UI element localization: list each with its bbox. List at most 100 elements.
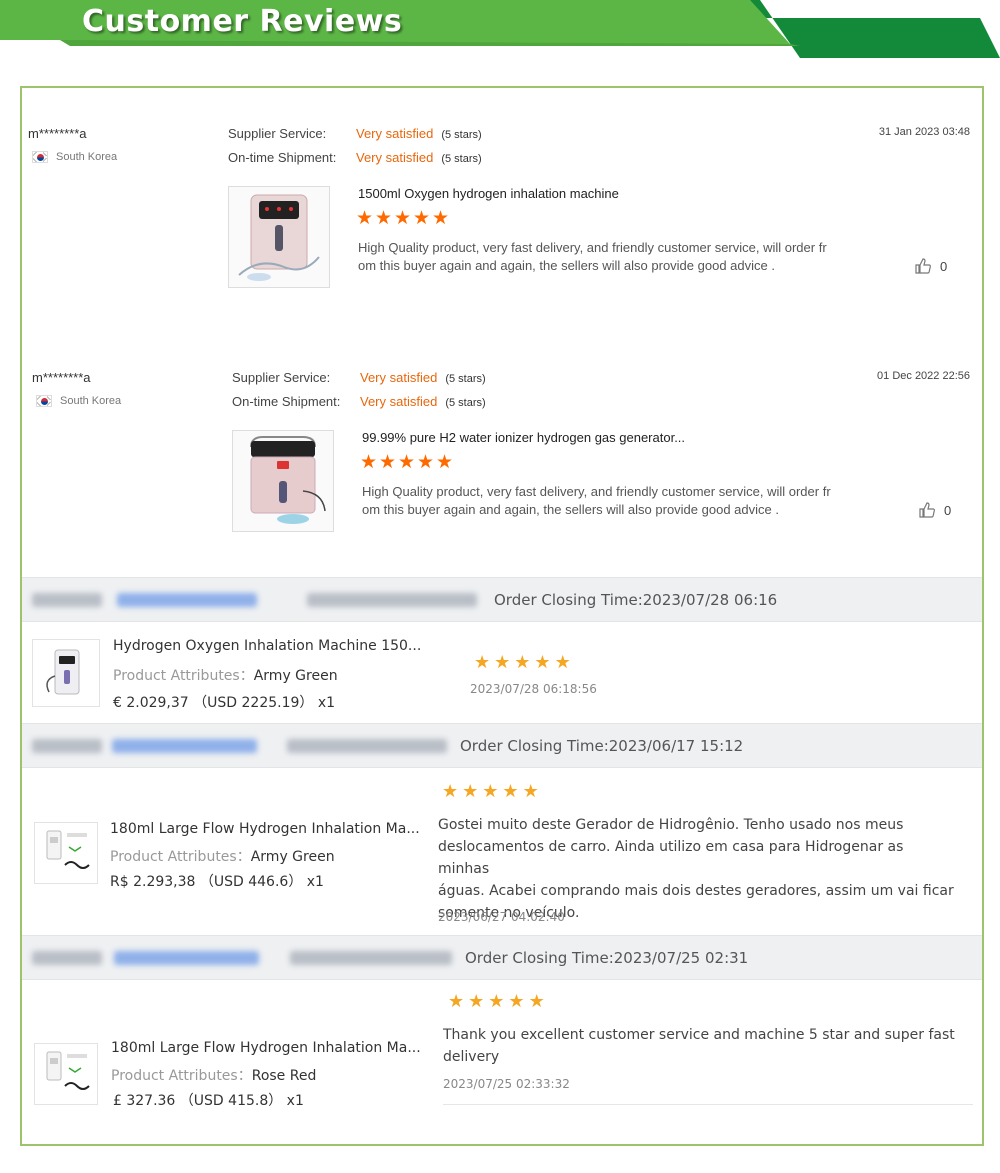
star-icon: ★	[394, 208, 412, 229]
order-product-attributes: Product Attributes：Army Green	[110, 846, 335, 866]
order-comment: Gostei muito deste Gerador de Hidrogênio…	[438, 814, 958, 924]
order-header: Order Closing Time:2023/07/25 02:31	[22, 935, 982, 980]
order-product-thumbnail[interactable]	[34, 1043, 98, 1105]
review-text-line: om this buyer again and again, the selle…	[358, 258, 775, 273]
shipment-value: Very satisfied	[356, 150, 434, 165]
star-icon: ★	[432, 208, 450, 229]
supplier-service-value: Very satisfied	[356, 126, 434, 141]
order-closing-time: Order Closing Time:2023/06/17 15:12	[460, 737, 744, 755]
product-thumbnail[interactable]	[228, 186, 330, 288]
review-card: m********a South Korea Supplier Service:…	[22, 88, 982, 328]
order-product-title[interactable]: Hydrogen Oxygen Inhalation Machine 150..…	[113, 638, 421, 654]
inhalation-machine-image	[46, 649, 80, 695]
attributes-value: Rose Red	[251, 1068, 317, 1084]
star-icon: ★	[554, 652, 571, 672]
product-title[interactable]: 1500ml Oxygen hydrogen inhalation machin…	[358, 186, 619, 201]
reviewer-name: m********a	[28, 126, 87, 141]
comment-line: delivery	[443, 1049, 500, 1065]
thumbs-up-icon	[919, 502, 935, 518]
star-icon: ★	[379, 452, 397, 473]
order-closing-time: Order Closing Time:2023/07/28 06:16	[494, 591, 778, 609]
star-icon: ★	[462, 781, 479, 801]
review-card: m********a South Korea Supplier Service:…	[26, 332, 982, 572]
order-rating-stars: ★ ★ ★ ★ ★	[448, 991, 545, 1011]
blurred-order-link	[112, 739, 257, 753]
star-icon: ★	[482, 781, 499, 801]
shipment-stars: (5 stars)	[445, 397, 486, 409]
shipment-label: On-time Shipment:	[232, 394, 341, 409]
order-price: £ 327.36 （USD 415.8） x1	[113, 1093, 304, 1109]
like-button[interactable]: 0	[914, 257, 947, 275]
order-item: 180ml Large Flow Hydrogen Inhalation Ma.…	[22, 769, 982, 935]
review-text: High Quality product, very fast delivery…	[358, 239, 858, 275]
inhalation-machine-image	[46, 830, 90, 869]
order-product-attributes: Product Attributes：Army Green	[113, 665, 338, 685]
star-icon: ★	[356, 208, 374, 229]
country-label: South Korea	[60, 395, 122, 407]
attributes-label: Product Attributes：	[113, 668, 254, 684]
shipment-rating: On-time Shipment: Very satisfied (5 stars)	[232, 394, 486, 409]
order-header: Order Closing Time:2023/06/17 15:12	[22, 723, 982, 768]
supplier-service-label: Supplier Service:	[228, 126, 327, 141]
supplier-service-stars: (5 stars)	[441, 129, 482, 141]
inhalation-machine-image	[46, 1051, 90, 1090]
oxygen-machine-image	[238, 194, 320, 281]
reviewer-name: m********a	[32, 370, 91, 385]
comment-line: Gostei muito deste Gerador de Hidrogênio…	[438, 817, 904, 833]
comment-line: Thank you excellent customer service and…	[443, 1027, 955, 1043]
order-price: € 2.029,37 （USD 2225.19） x1	[113, 695, 336, 711]
star-icon: ★	[398, 452, 416, 473]
blurred-buyer	[290, 951, 452, 965]
shipment-value: Very satisfied	[360, 394, 438, 409]
section-banner: Customer Reviews	[0, 0, 1000, 70]
blurred-order-no	[32, 951, 102, 965]
supplier-service-stars: (5 stars)	[445, 373, 486, 385]
star-icon: ★	[413, 208, 431, 229]
star-icon: ★	[534, 652, 551, 672]
hydrogen-generator-image	[250, 436, 326, 524]
review-text-line: High Quality product, very fast delivery…	[362, 484, 831, 499]
star-icon: ★	[448, 991, 465, 1011]
star-icon: ★	[522, 781, 539, 801]
order-rating-stars: ★ ★ ★ ★ ★	[442, 781, 539, 801]
product-title[interactable]: 99.99% pure H2 water ionizer hydrogen ga…	[362, 430, 685, 445]
supplier-service-label: Supplier Service:	[232, 370, 331, 385]
attributes-label: Product Attributes：	[110, 849, 251, 865]
like-button[interactable]: 0	[918, 501, 951, 519]
blurred-order-no	[32, 739, 102, 753]
star-icon: ★	[514, 652, 531, 672]
reviews-frame: m********a South Korea Supplier Service:…	[20, 86, 984, 1146]
blurred-buyer	[307, 593, 477, 607]
comment-line: águas. Acabei comprando mais dois destes…	[438, 883, 954, 899]
comment-line: deslocamentos de carro. Ainda utilizo em…	[438, 839, 904, 877]
blurred-order-no	[32, 593, 102, 607]
star-icon: ★	[417, 452, 435, 473]
star-icon: ★	[502, 781, 519, 801]
order-product-title[interactable]: 180ml Large Flow Hydrogen Inhalation Ma.…	[111, 1040, 421, 1056]
review-stars: ★ ★ ★ ★ ★	[356, 208, 450, 229]
shipment-label: On-time Shipment:	[228, 150, 337, 165]
order-product-thumbnail[interactable]	[32, 639, 100, 707]
star-icon: ★	[375, 208, 393, 229]
supplier-service-rating: Supplier Service: Very satisfied (5 stars)	[228, 126, 482, 141]
order-product-title[interactable]: 180ml Large Flow Hydrogen Inhalation Ma.…	[110, 821, 420, 837]
feedback-time: 2023/07/28 06:18:56	[470, 682, 597, 696]
order-product-thumbnail[interactable]	[34, 822, 98, 884]
south-korea-flag-icon	[36, 395, 52, 407]
reviewer-country: South Korea	[32, 151, 117, 163]
product-thumbnail[interactable]	[232, 430, 334, 532]
star-icon: ★	[508, 991, 525, 1011]
order-header: Order Closing Time:2023/07/28 06:16	[22, 577, 982, 622]
order-closing-time: Order Closing Time:2023/07/25 02:31	[465, 949, 749, 967]
south-korea-flag-icon	[32, 151, 48, 163]
blurred-buyer	[287, 739, 447, 753]
blurred-order-link	[114, 951, 259, 965]
review-date: 01 Dec 2022 22:56	[877, 370, 970, 382]
star-icon: ★	[442, 781, 459, 801]
star-icon: ★	[436, 452, 454, 473]
review-text: High Quality product, very fast delivery…	[362, 483, 862, 519]
order-item: 180ml Large Flow Hydrogen Inhalation Ma.…	[22, 981, 982, 1144]
star-icon: ★	[528, 991, 545, 1011]
shipment-stars: (5 stars)	[441, 153, 482, 165]
supplier-service-value: Very satisfied	[360, 370, 438, 385]
